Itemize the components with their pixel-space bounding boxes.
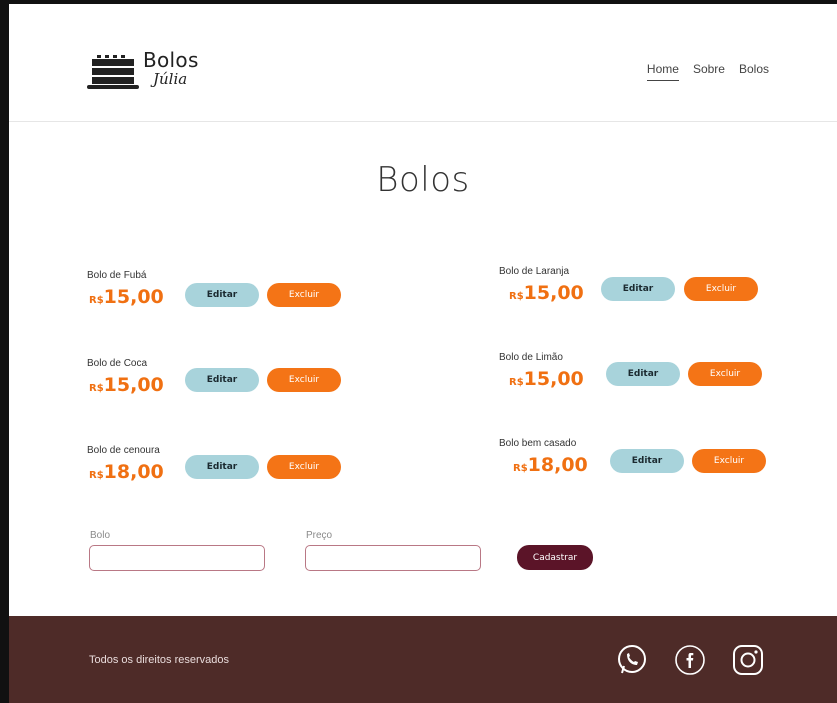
nav-sobre[interactable]: Sobre [693, 62, 725, 81]
cake-icon [87, 55, 139, 89]
cake-price: R$18,00 [513, 454, 588, 476]
footer-copyright: Todos os direitos reservados [89, 654, 230, 666]
cake-name: Bolo de Fubá [87, 270, 147, 281]
price-value: 15,00 [103, 286, 164, 308]
cake-item: Bolo bem casado R$18,00 Editar Excluir [499, 438, 789, 482]
delete-button[interactable]: Excluir [688, 362, 762, 386]
cake-price: R$18,00 [89, 461, 164, 483]
instagram-icon[interactable] [731, 643, 765, 677]
edit-button[interactable]: Editar [185, 368, 259, 392]
cake-name: Bolo bem casado [499, 438, 577, 449]
cake-price: R$15,00 [89, 286, 164, 308]
cake-price: R$15,00 [509, 282, 584, 304]
whatsapp-icon[interactable] [615, 643, 649, 677]
delete-button[interactable]: Excluir [692, 449, 766, 473]
currency-symbol: R$ [89, 295, 104, 306]
cake-price: R$15,00 [89, 374, 164, 396]
currency-symbol: R$ [513, 463, 528, 474]
brand-subname: Júlia [153, 70, 188, 88]
site-header: Bolos Júlia Home Sobre Bolos [9, 4, 837, 122]
delete-button[interactable]: Excluir [267, 368, 341, 392]
cake-price: R$15,00 [509, 368, 584, 390]
submit-button[interactable]: Cadastrar [517, 545, 593, 570]
site-footer: Todos os direitos reservados [9, 616, 837, 703]
currency-symbol: R$ [89, 383, 104, 394]
currency-symbol: R$ [509, 377, 524, 388]
nav-bolos[interactable]: Bolos [739, 62, 769, 81]
price-value: 18,00 [527, 454, 588, 476]
edit-button[interactable]: Editar [185, 455, 259, 479]
price-value: 15,00 [103, 374, 164, 396]
cake-name: Bolo de Limão [499, 352, 563, 363]
price-value: 15,00 [523, 368, 584, 390]
facebook-icon[interactable] [673, 643, 707, 677]
brand-name: Bolos [143, 48, 199, 72]
edit-button[interactable]: Editar [610, 449, 684, 473]
delete-button[interactable]: Excluir [267, 455, 341, 479]
price-value: 18,00 [103, 461, 164, 483]
cake-item: Bolo de Fubá R$15,00 Editar Excluir [87, 270, 347, 314]
window-frame-left [0, 0, 9, 703]
cake-name: Bolo de cenoura [87, 445, 160, 456]
price-field-label: Preço [306, 530, 333, 541]
cake-item: Bolo de Coca R$15,00 Editar Excluir [87, 358, 347, 402]
cake-name-input[interactable] [89, 545, 265, 571]
page: Bolos Júlia Home Sobre Bolos Bolos Bolo … [9, 4, 837, 703]
currency-symbol: R$ [509, 291, 524, 302]
cake-name: Bolo de Coca [87, 358, 148, 369]
main-nav: Home Sobre Bolos [646, 62, 769, 81]
price-input[interactable] [305, 545, 481, 571]
delete-button[interactable]: Excluir [267, 283, 341, 307]
cake-field-label: Bolo [90, 530, 111, 541]
cake-item: Bolo de Limão R$15,00 Editar Excluir [499, 352, 779, 396]
price-value: 15,00 [523, 282, 584, 304]
page-title: Bolos [376, 160, 470, 200]
brand-logo[interactable]: Bolos Júlia [87, 46, 227, 96]
edit-button[interactable]: Editar [601, 277, 675, 301]
edit-button[interactable]: Editar [606, 362, 680, 386]
cake-name: Bolo de Laranja [499, 266, 570, 277]
cake-item: Bolo de cenoura R$18,00 Editar Excluir [87, 445, 347, 489]
delete-button[interactable]: Excluir [684, 277, 758, 301]
currency-symbol: R$ [89, 470, 104, 481]
edit-button[interactable]: Editar [185, 283, 259, 307]
cake-item: Bolo de Laranja R$15,00 Editar Excluir [499, 266, 769, 310]
nav-home[interactable]: Home [646, 62, 679, 81]
